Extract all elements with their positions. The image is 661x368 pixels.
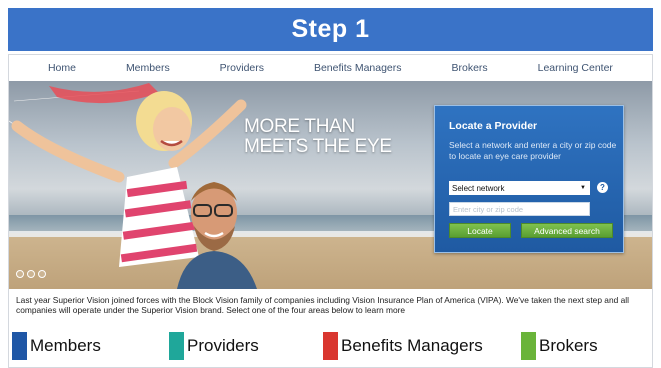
step-title: Step 1 (291, 15, 370, 43)
locate-button[interactable]: Locate (449, 223, 511, 238)
hero-headline-line-2: MEETS THE EYE (244, 136, 392, 157)
intro-text: Last year Superior Vision joined forces … (16, 295, 629, 315)
area-benefits-managers-label: Benefits Managers (341, 336, 483, 355)
nav-learning-center[interactable]: Learning Center (538, 62, 613, 74)
slide-indicators (16, 270, 46, 278)
network-select-value: Select network (452, 183, 505, 193)
nav-benefits-managers[interactable]: Benefits Managers (314, 62, 402, 74)
nav-providers[interactable]: Providers (220, 62, 264, 74)
locate-provider-title: Locate a Provider (449, 120, 538, 132)
area-benefits-managers[interactable]: Benefits Managers (323, 331, 483, 361)
nav-home[interactable]: Home (48, 62, 76, 74)
hero-photo-family (9, 83, 257, 289)
city-zip-input[interactable] (449, 202, 590, 216)
locate-provider-description: Select a network and enter a city or zip… (449, 140, 617, 161)
network-select[interactable]: Select network ▼ (449, 181, 590, 195)
area-providers-label: Providers (187, 336, 259, 355)
area-brokers[interactable]: Brokers (521, 331, 598, 361)
help-icon[interactable]: ? (597, 182, 608, 193)
area-members-label: Members (30, 336, 101, 355)
area-members-swatch (12, 332, 27, 360)
audience-areas: Members Providers Benefits Managers Brok… (9, 331, 652, 361)
step-banner: Step 1 (8, 8, 653, 51)
hero-banner: MORE THAN MEETS THE EYE Locate a Provide… (9, 81, 652, 289)
chevron-down-icon: ▼ (580, 185, 586, 191)
area-brokers-label: Brokers (539, 336, 598, 355)
locate-provider-panel: Locate a Provider Select a network and e… (434, 105, 624, 253)
main-nav: Home Members Providers Benefits Managers… (9, 55, 652, 81)
advanced-search-button[interactable]: Advanced search (521, 223, 613, 238)
hero-headline-line-1: MORE THAN (244, 116, 355, 137)
slide-dot-3[interactable] (38, 270, 46, 278)
nav-members[interactable]: Members (126, 62, 170, 74)
hero-headline: MORE THAN MEETS THE EYE (244, 117, 392, 157)
area-providers[interactable]: Providers (169, 331, 259, 361)
area-members[interactable]: Members (12, 331, 101, 361)
area-benefits-managers-swatch (323, 332, 338, 360)
area-brokers-swatch (521, 332, 536, 360)
website-frame: Home Members Providers Benefits Managers… (8, 54, 653, 368)
nav-brokers[interactable]: Brokers (451, 62, 487, 74)
slide-dot-2[interactable] (27, 270, 35, 278)
area-providers-swatch (169, 332, 184, 360)
slide-dot-1[interactable] (16, 270, 24, 278)
